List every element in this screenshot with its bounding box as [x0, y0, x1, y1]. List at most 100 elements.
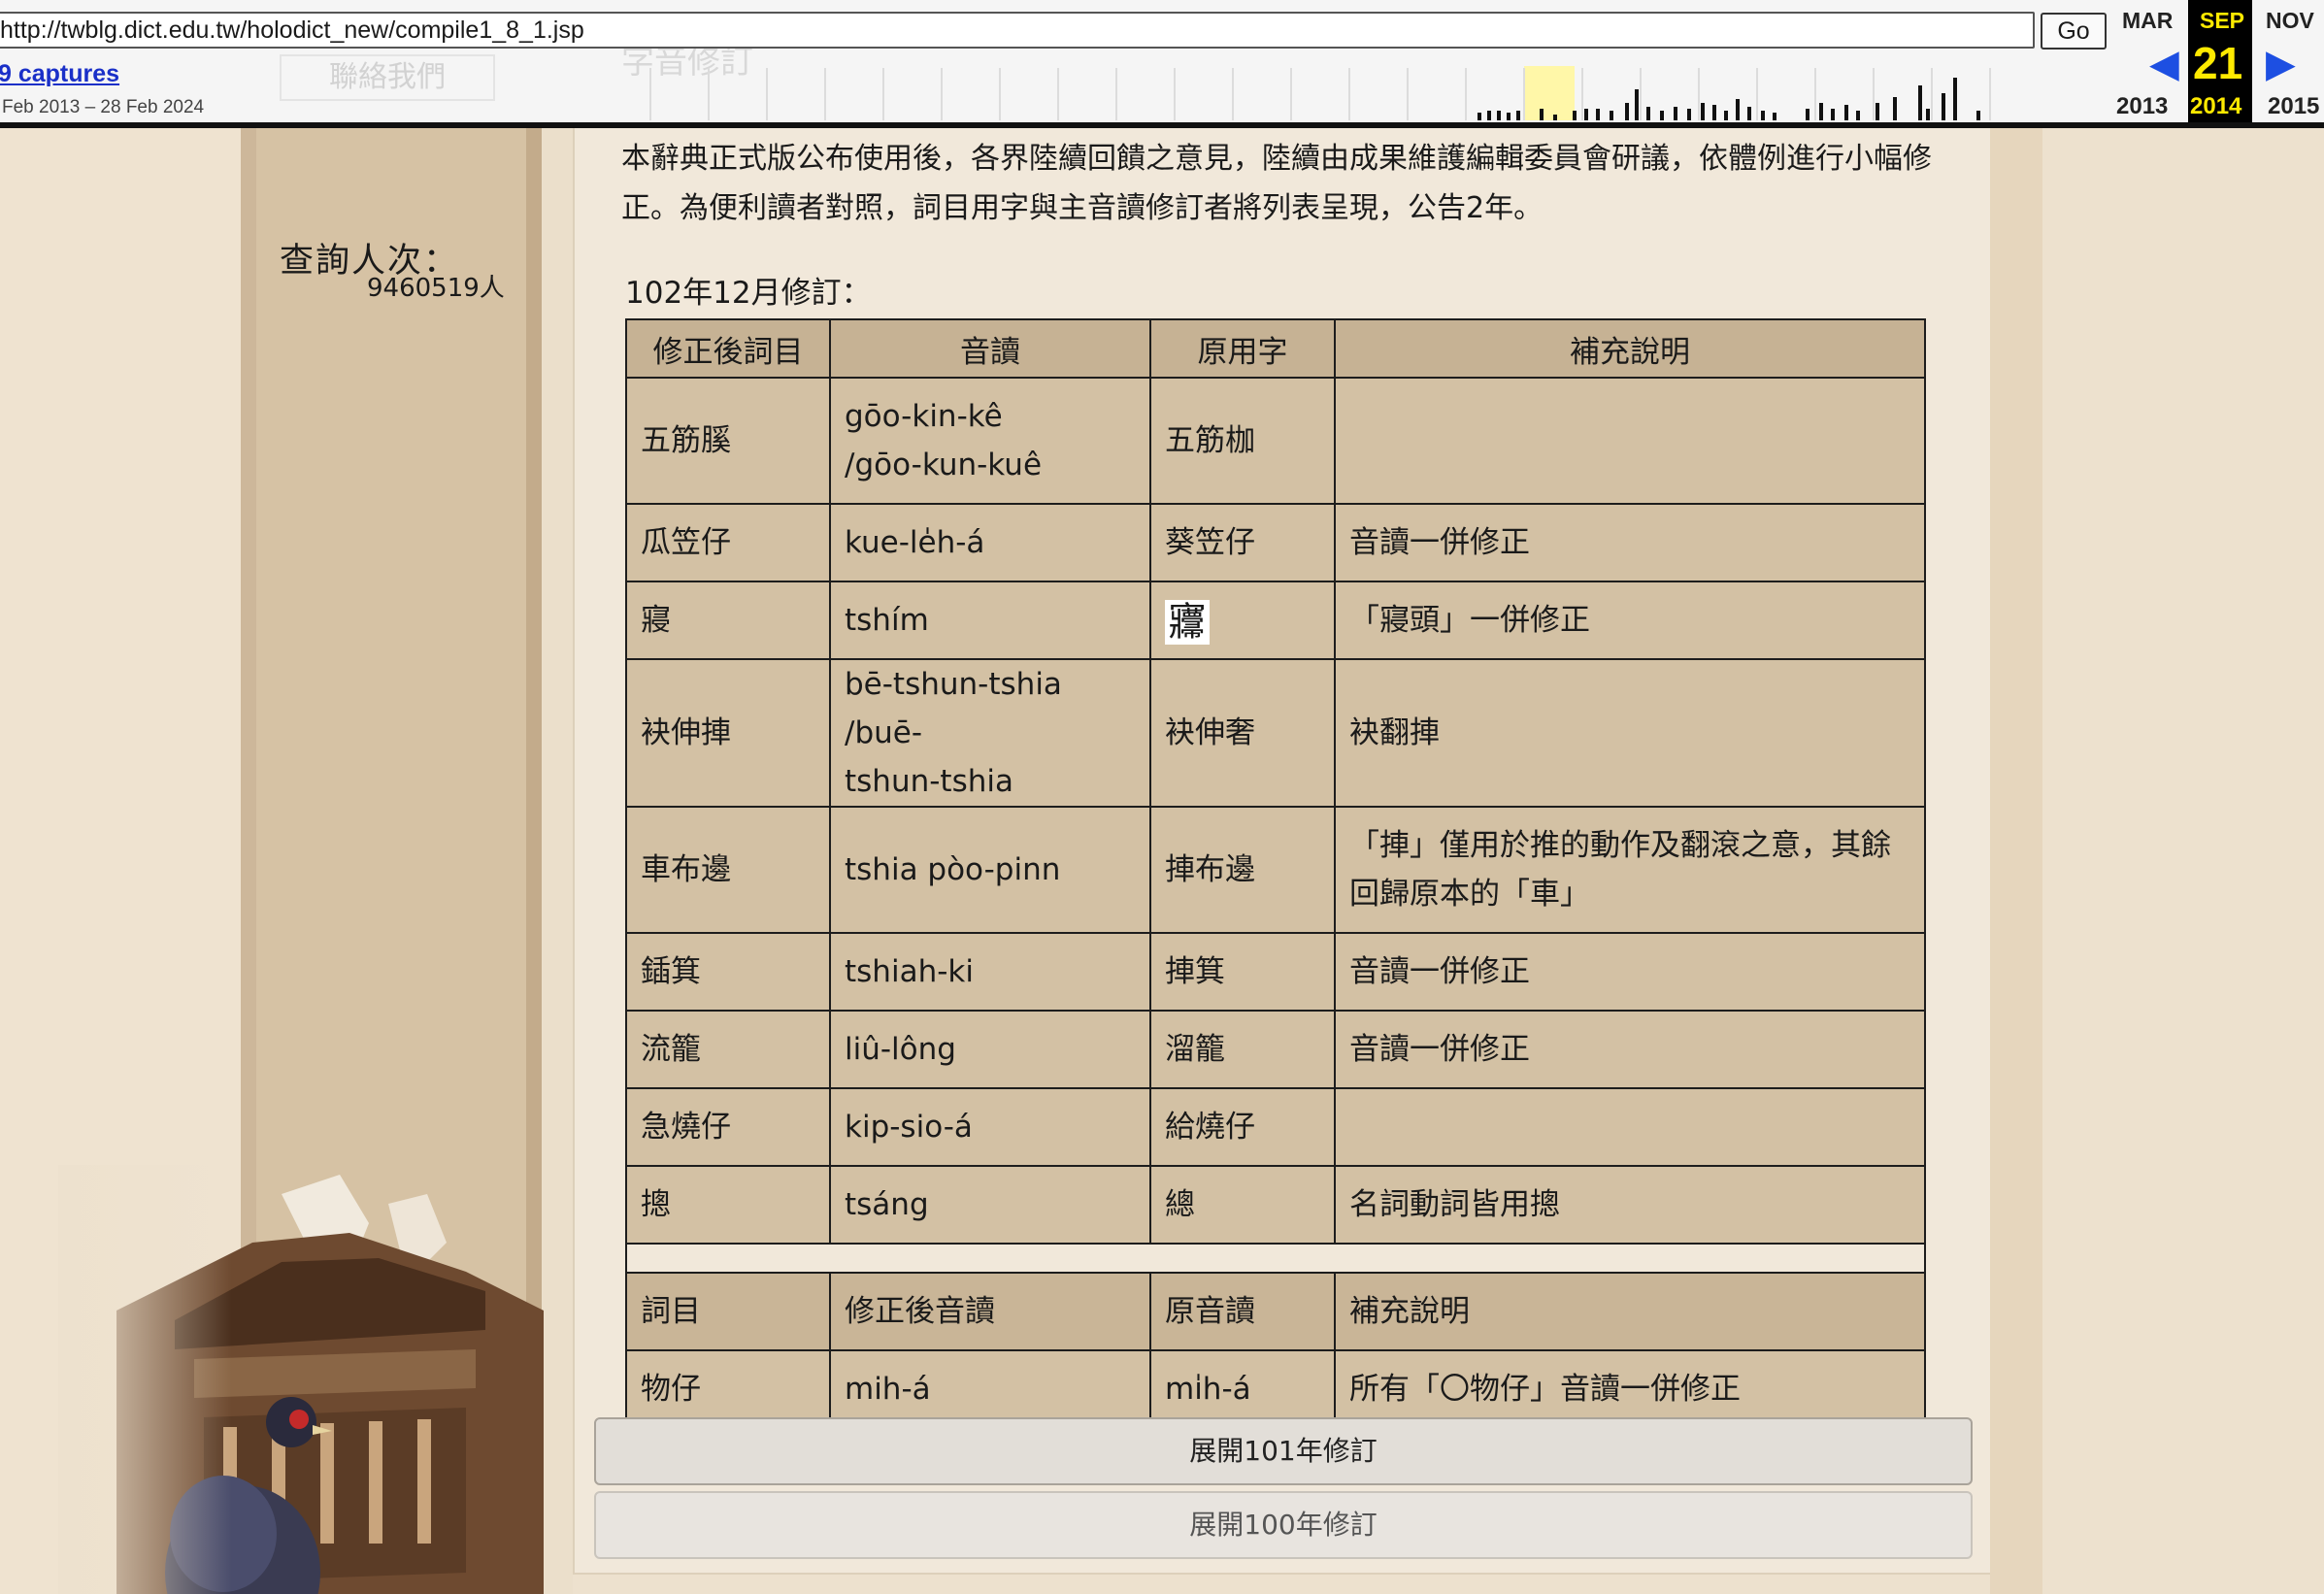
- sparkline-capture-bar: [1660, 111, 1664, 120]
- revision-table: 修正後詞目 音讀 原用字 補充說明 五筋膎 gōo-kin-kê/gōo-kun…: [625, 318, 1926, 1429]
- captures-link[interactable]: 9 captures: [0, 60, 119, 88]
- corrected-word: 寢: [627, 582, 831, 660]
- capture-date-range: Feb 2013 – 28 Feb 2024: [2, 97, 205, 117]
- original-reading: mi̍h-á: [1151, 1351, 1336, 1427]
- table-row: 摠 tsáng 總 名詞動詞皆用摠: [627, 1167, 1924, 1245]
- table-row: 瓜笠仔 kue-le̍h-á 葵笠仔 音讀一併修正: [627, 505, 1924, 582]
- note: 袂翻捙: [1336, 660, 1924, 808]
- sparkline-capture-bar: [1953, 78, 1957, 120]
- sparkline-capture-bar: [1856, 111, 1860, 120]
- subheader-cell: 補充說明: [1336, 1274, 1924, 1351]
- corrected-word: 瓜笠仔: [627, 505, 831, 582]
- table-row: 車布邊 tshia pòo-pinn 捙布邊 「捙」僅用於推的動作及翻滾之意，其…: [627, 808, 1924, 934]
- table-row: 袂伸捙 bē-tshun-tshia /buē-tshun-tshia 袂伸奢 …: [627, 660, 1924, 808]
- reading: bē-tshun-tshia /buē-tshun-tshia: [831, 660, 1151, 808]
- sparkline-capture-bar: [1819, 103, 1823, 120]
- note: [1336, 379, 1924, 505]
- sparkline-capture-bar: [1918, 85, 1922, 120]
- sparkline-capture-bar: [1831, 109, 1835, 120]
- original-word: 捙布邊: [1151, 808, 1336, 934]
- column-header: 音讀: [831, 320, 1151, 379]
- note: 名詞動詞皆用摠: [1336, 1167, 1924, 1245]
- note: 音讀一併修正: [1336, 505, 1924, 582]
- current-month-label: SEP: [2200, 8, 2245, 33]
- sparkline-capture-bar: [1724, 111, 1728, 120]
- wayback-url-input[interactable]: http://twblg.dict.edu.tw/holodict_new/co…: [0, 12, 2035, 49]
- sparkline-capture-bar: [1701, 103, 1705, 120]
- sparkline-capture-bar: [1596, 109, 1600, 120]
- original-word: 給燒仔: [1151, 1089, 1336, 1167]
- reading: kip-sio-á: [831, 1089, 1151, 1167]
- note: [1336, 1089, 1924, 1167]
- reading: tsáng: [831, 1167, 1151, 1245]
- table-row: 鍤箕 tshiah-ki 捙箕 音讀一併修正: [627, 934, 1924, 1012]
- sparkline-capture-bar: [1573, 111, 1577, 120]
- sparkline-capture-bar: [1893, 97, 1897, 120]
- sparkline-capture-bar: [1635, 89, 1639, 120]
- sparkline-capture-bar: [1507, 113, 1511, 120]
- subheader-cell: 原音讀: [1151, 1274, 1336, 1351]
- prev-capture-arrow-icon[interactable]: ◀: [2149, 45, 2179, 83]
- reading: gōo-kin-kê/gōo-kun-kuê: [831, 379, 1151, 505]
- prev-month-label[interactable]: MAR: [2122, 8, 2173, 34]
- sparkline-capture-bar: [1773, 113, 1776, 120]
- sparkline-capture-bar: [1487, 111, 1491, 120]
- temple-pheasant-illustration: [58, 1165, 553, 1594]
- capture-sparkline[interactable]: [641, 64, 2058, 120]
- sparkline-capture-bar: [1761, 111, 1765, 120]
- corrected-word: 摠: [627, 1167, 831, 1245]
- original-word: 總: [1151, 1167, 1336, 1245]
- prev-year-label[interactable]: 2013: [2116, 93, 2168, 120]
- sparkline-capture-bar: [1942, 93, 1945, 120]
- word: 物仔: [627, 1351, 831, 1427]
- table-row: 流籠 liû-lông 溜籠 音讀一併修正: [627, 1012, 1924, 1089]
- next-month-label[interactable]: NOV: [2266, 8, 2314, 34]
- sparkline-capture-bar: [1540, 109, 1544, 120]
- right-margin: [2042, 0, 2324, 1594]
- column-header: 原用字: [1151, 320, 1336, 379]
- original-word: 㝲: [1151, 582, 1336, 660]
- table-row: 物仔 mih-á mi̍h-á 所有「〇物仔」音讀一併修正: [627, 1351, 1924, 1427]
- table-section-divider: [627, 1245, 1924, 1274]
- sparkline-capture-bar: [1806, 109, 1809, 120]
- sparkline-capture-bar: [1926, 109, 1930, 120]
- next-capture-arrow-icon[interactable]: ▶: [2266, 45, 2296, 83]
- sparkline-capture-bar: [1976, 111, 1980, 120]
- sparkline-capture-bar: [1516, 111, 1520, 120]
- content-border-right: [1990, 0, 2042, 1594]
- sparkline-capture-bar: [1876, 103, 1879, 120]
- original-word: 葵笠仔: [1151, 505, 1336, 582]
- expand-100-revisions-button[interactable]: 展開100年修訂: [594, 1491, 1973, 1559]
- note: 「捙」僅用於推的動作及翻滾之意，其餘回歸原本的「車」: [1336, 808, 1924, 934]
- original-word: 袂伸奢: [1151, 660, 1336, 808]
- sparkline-capture-bar: [1646, 107, 1650, 120]
- variant-character-image: 㝲: [1165, 599, 1210, 645]
- ghost-contact-link: 聯絡我們: [280, 54, 495, 101]
- column-header: 修正後詞目: [627, 320, 831, 379]
- corrected-word: 車布邊: [627, 808, 831, 934]
- next-year-label[interactable]: 2015: [2268, 93, 2319, 120]
- column-header: 補充說明: [1336, 320, 1924, 379]
- divider-cell: [627, 1245, 1924, 1274]
- subheader-cell: 詞目: [627, 1274, 831, 1351]
- reading: tshím: [831, 582, 1151, 660]
- corrected-word: 鍤箕: [627, 934, 831, 1012]
- note: 音讀一併修正: [1336, 1012, 1924, 1089]
- wayback-go-button[interactable]: Go: [2041, 13, 2107, 50]
- expand-101-revisions-button[interactable]: 展開101年修訂: [594, 1417, 1973, 1485]
- reading: tshia pòo-pinn: [831, 808, 1151, 934]
- corrected-word: 袂伸捙: [627, 660, 831, 808]
- current-day-label: 21: [2193, 38, 2243, 88]
- corrected-word: 五筋膎: [627, 379, 831, 505]
- corrected-word: 急燒仔: [627, 1089, 831, 1167]
- sparkline-capture-bar: [1674, 107, 1677, 120]
- original-word: 五筋枷: [1151, 379, 1336, 505]
- table-row: 五筋膎 gōo-kin-kê/gōo-kun-kuê 五筋枷: [627, 379, 1924, 505]
- note: 音讀一併修正: [1336, 934, 1924, 1012]
- table-row: 急燒仔 kip-sio-á 給燒仔: [627, 1089, 1924, 1167]
- visit-counter-value: 9460519人: [367, 274, 505, 303]
- table-row: 寢 tshím 㝲 「寢頭」一併修正: [627, 582, 1924, 660]
- sparkline-capture-bar: [1625, 103, 1629, 120]
- reading: liû-lông: [831, 1012, 1151, 1089]
- sparkline-capture-bar: [1844, 105, 1848, 120]
